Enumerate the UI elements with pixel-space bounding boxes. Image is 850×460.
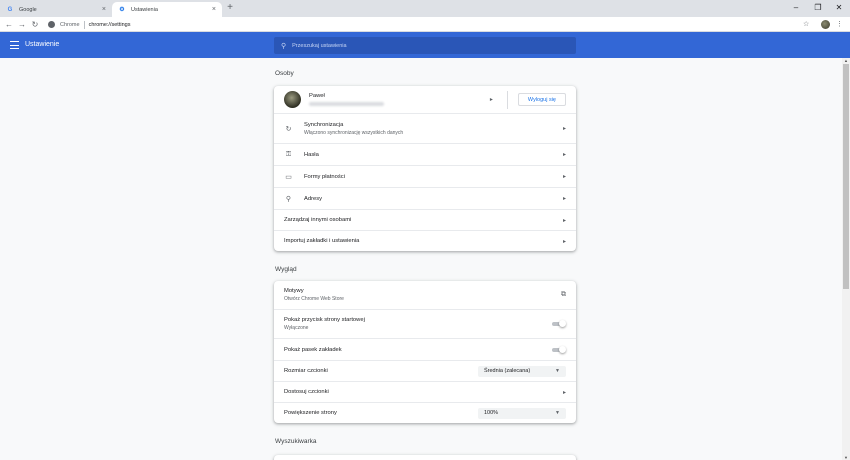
omnibox[interactable]: Chrome chrome://settings xyxy=(48,19,798,30)
search-placeholder: Przeszukaj ustawienia xyxy=(292,42,347,49)
chrome-logo-icon xyxy=(48,21,55,28)
sync-row[interactable]: ↻ Synchronizacja Włączono synchronizację… xyxy=(274,113,576,143)
page-zoom-value: 100% xyxy=(484,410,499,416)
close-window-button[interactable]: ✕ xyxy=(829,2,849,14)
tab-strip: G Google × ⚙ Ustawienia × + – ❐ ✕ xyxy=(0,0,850,17)
close-tab-icon[interactable]: × xyxy=(102,6,106,13)
section-title-appearance: Wygląd xyxy=(275,266,297,273)
divider xyxy=(506,90,508,109)
settings-search-input[interactable]: ⚲ Przeszukaj ustawienia xyxy=(274,37,576,54)
chevron-right-icon: ▸ xyxy=(562,389,566,396)
sync-icon: ↻ xyxy=(285,125,292,133)
profile-name: Paweł xyxy=(309,93,325,99)
credit-card-icon: ▭ xyxy=(285,173,292,181)
bookmarks-bar-label: Pokaż pasek zakładek xyxy=(284,346,342,353)
minimize-button[interactable]: – xyxy=(786,2,806,14)
chevron-right-icon: ▸ xyxy=(562,174,566,180)
section-title-search-engine: Wyszukiwarka xyxy=(275,438,317,445)
key-icon: ⚿ xyxy=(285,150,292,158)
chevron-right-icon: ▸ xyxy=(562,196,566,202)
passwords-row[interactable]: ⚿ Hasła ▸ xyxy=(274,143,576,165)
sync-sublabel: Włączono synchronizację wszystkich danyc… xyxy=(304,129,404,136)
location-pin-icon: ⚲ xyxy=(285,195,292,203)
sign-out-button[interactable]: Wyloguj się xyxy=(517,93,566,106)
home-button-row[interactable]: Pokaż przycisk strony startowej Wyłączon… xyxy=(274,309,576,338)
close-tab-icon[interactable]: × xyxy=(212,6,216,13)
google-favicon-icon: G xyxy=(7,6,13,13)
people-card: Paweł ▸ Wyloguj się ↻ Synchronizacja Włą… xyxy=(274,86,576,251)
tab-google[interactable]: G Google × xyxy=(0,2,112,17)
chevron-right-icon: ▸ xyxy=(562,238,566,245)
chevron-right-icon: ▸ xyxy=(562,126,566,132)
passwords-label: Hasła xyxy=(304,151,319,158)
font-size-value: Średnia (zalecana) xyxy=(484,368,531,374)
profile-picture xyxy=(284,91,301,108)
tab-title: Ustawienia xyxy=(131,6,158,13)
customize-fonts-row[interactable]: Dostosuj czcionki ▸ xyxy=(274,381,576,402)
section-title-people: Osoby xyxy=(275,70,294,77)
home-button-label: Pokaż przycisk strony startowej xyxy=(284,317,365,323)
profile-email-blurred xyxy=(309,102,384,106)
search-icon: ⚲ xyxy=(281,42,287,50)
hamburger-menu-icon[interactable] xyxy=(10,41,19,49)
customize-fonts-label: Dostosuj czcionki xyxy=(284,389,329,395)
new-tab-button[interactable]: + xyxy=(224,2,236,14)
import-label: Importuj zakładki i ustawienia xyxy=(284,238,360,244)
reload-icon[interactable]: ↻ xyxy=(30,17,40,32)
manage-people-label: Zarządzaj innymi osobami xyxy=(284,217,352,223)
addresses-label: Adresy xyxy=(304,195,323,202)
chevron-right-icon: ▸ xyxy=(562,217,566,224)
tab-settings[interactable]: ⚙ Ustawienia × xyxy=(112,2,222,17)
import-row[interactable]: Importuj zakładki i ustawienia ▸ xyxy=(274,230,576,251)
chevron-right-icon: ▸ xyxy=(562,152,566,158)
browser-toolbar: ← → ↻ Chrome chrome://settings ☆ ⋮ xyxy=(0,17,850,32)
home-button-sublabel: Wyłączone xyxy=(284,325,309,331)
scroll-down-icon[interactable]: ▼ xyxy=(842,455,850,460)
tab-title: Google xyxy=(19,6,37,13)
bookmarks-bar-toggle[interactable] xyxy=(552,345,566,353)
page-title: Ustawienie xyxy=(25,41,60,48)
font-size-row: Rozmiar czcionki Średnia (zalecana) ▼ xyxy=(274,360,576,381)
profile-row[interactable]: Paweł ▸ Wyloguj się xyxy=(274,86,576,113)
open-external-icon[interactable]: ⧉ xyxy=(561,291,566,299)
payments-row[interactable]: ▭ Formy płatności ▸ xyxy=(274,165,576,187)
settings-favicon-icon: ⚙ xyxy=(119,7,125,13)
maximize-button[interactable]: ❐ xyxy=(808,2,828,14)
chrome-menu-icon[interactable]: ⋮ xyxy=(836,17,843,32)
sync-label: Synchronizacja xyxy=(304,121,344,128)
search-engine-card xyxy=(274,455,576,460)
font-size-select[interactable]: Średnia (zalecana) ▼ xyxy=(478,365,566,377)
page-zoom-label: Powiększenie strony xyxy=(284,410,337,416)
chevron-right-icon[interactable]: ▸ xyxy=(490,96,493,103)
divider xyxy=(83,20,85,29)
forward-arrow-icon[interactable]: → xyxy=(17,17,27,32)
back-arrow-icon[interactable]: ← xyxy=(4,17,14,32)
manage-people-row[interactable]: Zarządzaj innymi osobami ▸ xyxy=(274,209,576,230)
settings-header: Ustawienie ⚲ Przeszukaj ustawienia xyxy=(0,32,850,58)
scroll-up-icon[interactable]: ▲ xyxy=(842,58,850,63)
dropdown-arrow-icon: ▼ xyxy=(555,410,560,416)
scrollbar-thumb[interactable] xyxy=(843,64,849,289)
url-text: chrome://settings xyxy=(88,21,131,28)
themes-label: Motywy xyxy=(284,288,304,294)
font-size-label: Rozmiar czcionki xyxy=(284,368,328,374)
home-button-toggle[interactable] xyxy=(552,320,566,327)
themes-sublabel: Otwórz Chrome Web Store xyxy=(284,296,344,302)
page-zoom-select[interactable]: 100% ▼ xyxy=(478,407,566,419)
dropdown-arrow-icon: ▼ xyxy=(555,368,560,374)
profile-avatar[interactable] xyxy=(821,20,830,29)
site-label: Chrome xyxy=(60,21,80,28)
bookmarks-bar-row[interactable]: Pokaż pasek zakładek xyxy=(274,338,576,360)
themes-row[interactable]: Motywy Otwórz Chrome Web Store ⧉ xyxy=(274,281,576,309)
page-zoom-row: Powiększenie strony 100% ▼ xyxy=(274,402,576,423)
bookmark-star-icon[interactable]: ☆ xyxy=(803,17,809,32)
scrollbar[interactable]: ▲ ▼ xyxy=(842,58,850,460)
appearance-card: Motywy Otwórz Chrome Web Store ⧉ Pokaż p… xyxy=(274,281,576,423)
payments-label: Formy płatności xyxy=(304,173,345,180)
addresses-row[interactable]: ⚲ Adresy ▸ xyxy=(274,187,576,209)
